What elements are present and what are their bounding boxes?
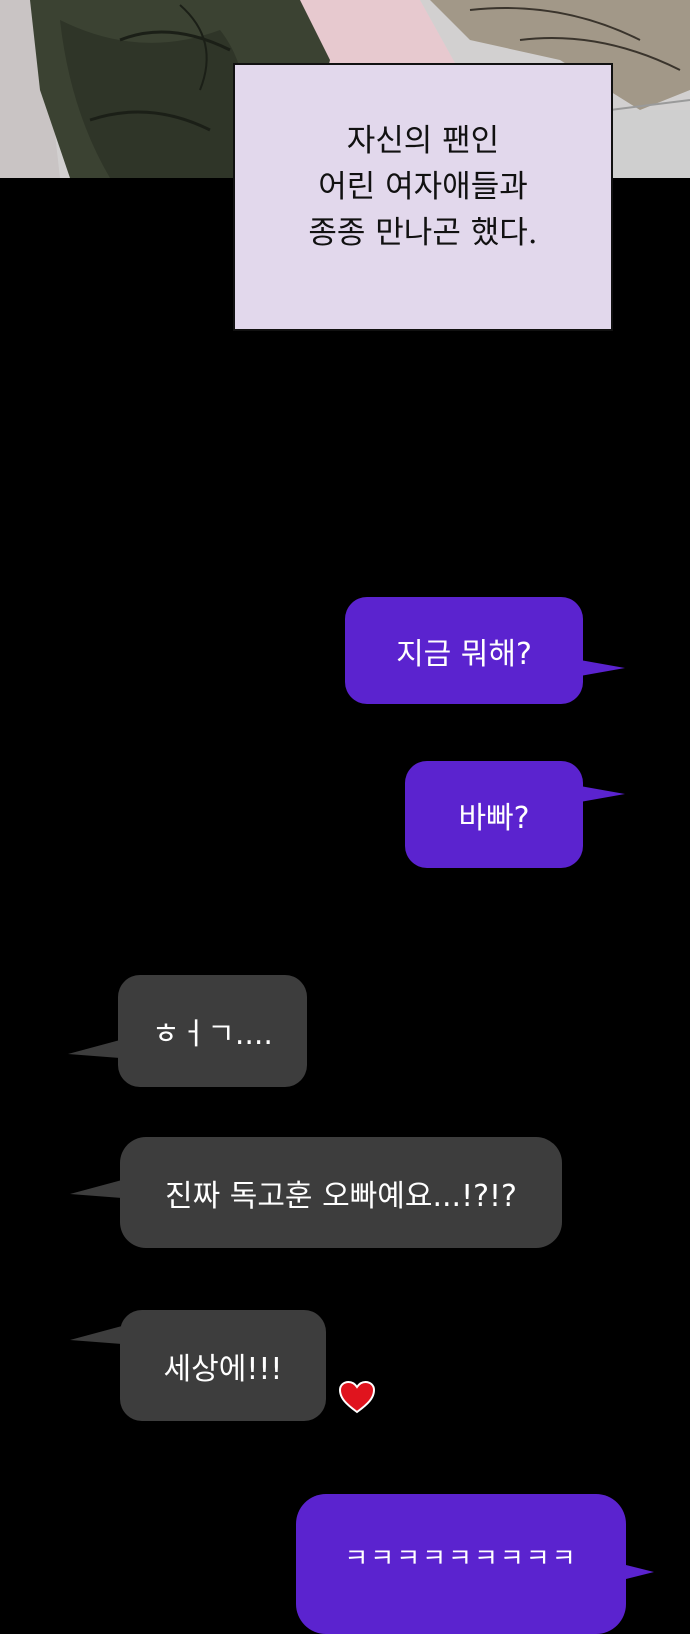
sent-message-bubble: 바빠? <box>405 761 583 868</box>
bubble-tail <box>580 660 625 676</box>
received-message-bubble: 진짜 독고훈 오빠예요...!?!? <box>120 1137 562 1248</box>
sent-message-bubble: 지금 뭐해? <box>345 597 583 704</box>
bubble-tail <box>622 1564 654 1580</box>
message-text: 지금 뭐해? <box>396 636 532 672</box>
received-message-bubble: 세상에!!! <box>120 1310 326 1421</box>
narration-box: 자신의 팬인 어린 여자애들과 종종 만나곤 했다. <box>233 63 613 331</box>
received-message-bubble: ㅎㅓㄱ.... <box>118 975 307 1087</box>
heart-icon <box>338 1380 376 1414</box>
bubble-tail <box>70 1326 122 1344</box>
bubble-tail <box>580 786 625 802</box>
bubble-tail <box>68 1040 120 1058</box>
narration-text: 자신의 팬인 어린 여자애들과 종종 만나곤 했다. <box>308 123 538 251</box>
message-text: 바빠? <box>458 800 530 836</box>
message-text: 진짜 독고훈 오빠예요...!?!? <box>165 1178 517 1214</box>
message-text: 세상에!!! <box>163 1351 283 1387</box>
message-text: ㅎㅓㄱ.... <box>152 1017 273 1052</box>
sent-message-bubble: ㅋㅋㅋㅋㅋㅋㅋㅋㅋ <box>296 1494 626 1634</box>
message-text: ㅋㅋㅋㅋㅋㅋㅋㅋㅋ <box>344 1544 578 1574</box>
bubble-tail <box>70 1180 122 1198</box>
